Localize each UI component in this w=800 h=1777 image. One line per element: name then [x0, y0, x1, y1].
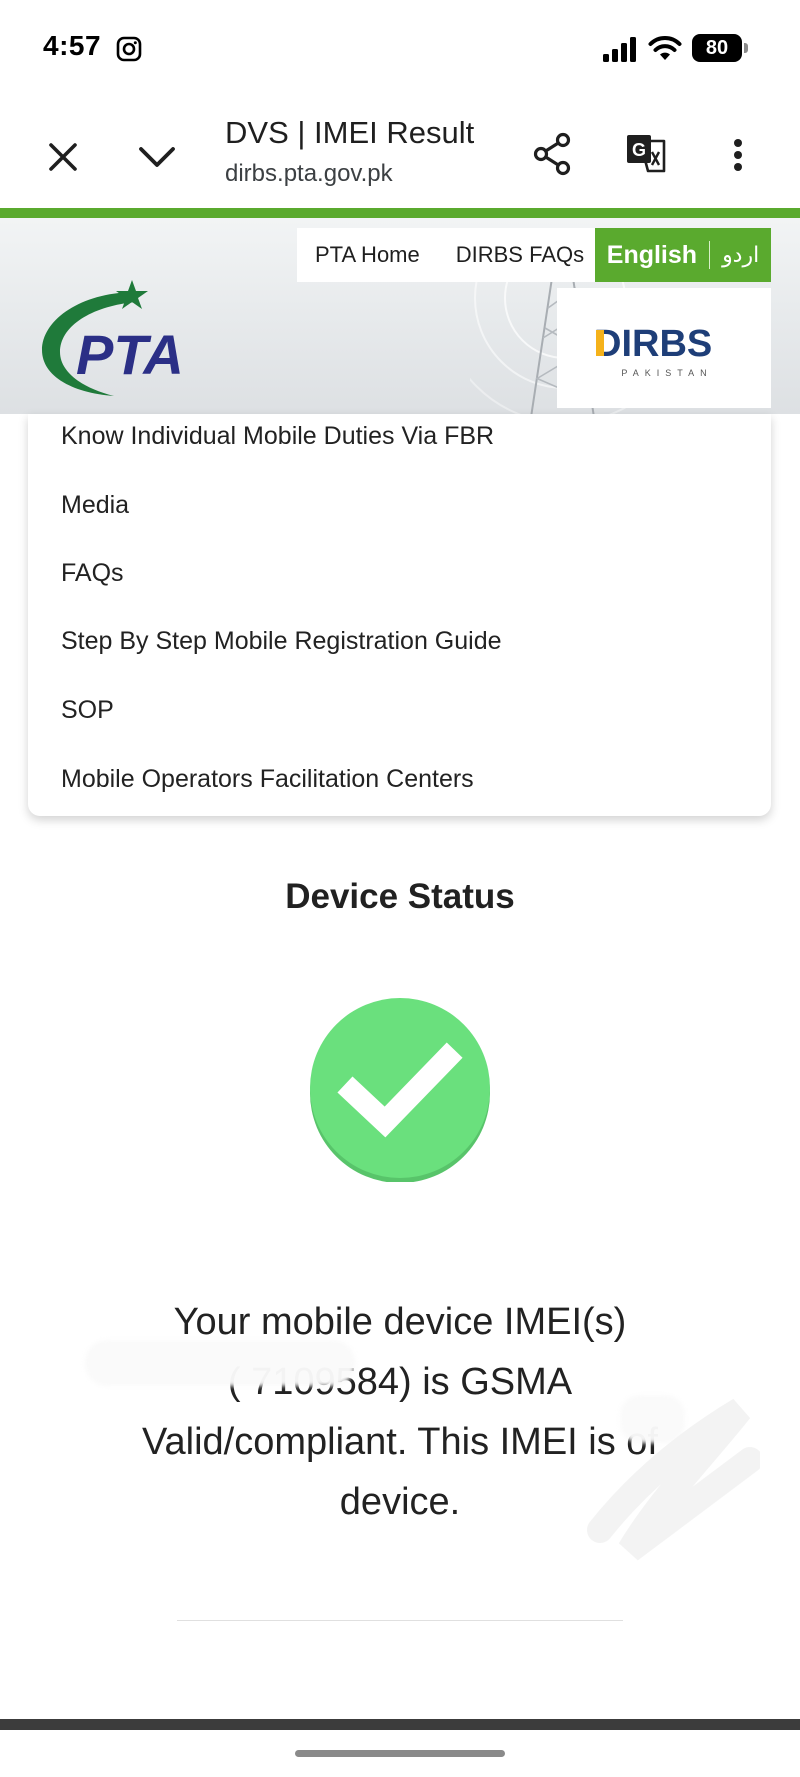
translate-icon: G — [627, 135, 666, 173]
chevron-down-icon — [139, 147, 175, 167]
signal-icon — [603, 37, 636, 62]
check-circle-icon — [310, 998, 490, 1182]
dirbs-logo-subtext: PAKISTAN — [621, 368, 712, 378]
status-bar: 4:57 80 — [0, 0, 800, 100]
page-url[interactable]: dirbs.pta.gov.pk — [225, 160, 393, 188]
home-indicator[interactable] — [295, 1750, 505, 1757]
browser-toolbar: DVS | IMEI Result dirbs.pta.gov.pk G — [0, 100, 800, 208]
language-switcher: English اردو — [595, 228, 771, 282]
more-vert-icon — [734, 139, 742, 171]
dirbs-logo: DIRBS PAKISTAN — [594, 323, 712, 378]
dirbs-logo-text: DIRBS — [594, 323, 712, 365]
dirbs-logo-box[interactable]: DIRBS PAKISTAN — [557, 288, 771, 408]
wifi-icon — [648, 36, 682, 60]
site-header: PTA Home DIRBS FAQs English اردو PTA DIR… — [0, 208, 800, 414]
instagram-icon — [116, 36, 142, 62]
svg-text:G: G — [632, 140, 646, 160]
more-options-button[interactable] — [720, 130, 756, 180]
menu-item-mobile-duties[interactable]: Know Individual Mobile Duties Via FBR — [61, 422, 494, 451]
dirbs-faqs-link[interactable]: DIRBS FAQs — [438, 242, 602, 268]
page-title: DVS | IMEI Result — [225, 115, 475, 150]
close-icon — [49, 143, 77, 171]
content-divider — [177, 1620, 623, 1621]
menu-item-registration-guide[interactable]: Step By Step Mobile Registration Guide — [61, 627, 502, 656]
pta-logo-text: PTA — [76, 323, 184, 386]
menu-item-media[interactable]: Media — [61, 491, 129, 520]
lang-english-link[interactable]: English — [607, 241, 709, 270]
lang-urdu-link[interactable]: اردو — [710, 242, 759, 268]
battery-nub — [744, 43, 748, 53]
top-links-bar: PTA Home DIRBS FAQs — [297, 228, 595, 282]
battery-level: 80 — [705, 37, 729, 59]
redaction-scribble — [587, 1398, 760, 1561]
menu-item-sop[interactable]: SOP — [61, 696, 114, 725]
pta-home-link[interactable]: PTA Home — [297, 242, 438, 268]
menu-item-facilitation-centers[interactable]: Mobile Operators Facilitation Centers — [61, 765, 474, 794]
status-time: 4:57 — [43, 30, 102, 61]
battery-icon: 80 — [692, 34, 748, 62]
share-button[interactable] — [528, 128, 576, 180]
share-icon — [533, 132, 571, 176]
translate-button[interactable]: G — [620, 128, 672, 178]
redaction-mark — [85, 1340, 355, 1386]
pta-logo[interactable]: PTA — [36, 278, 226, 398]
nav-dropdown-menu: Know Individual Mobile Duties Via FBR Me… — [28, 414, 771, 816]
close-button[interactable] — [40, 134, 86, 180]
menu-item-faqs[interactable]: FAQs — [61, 559, 124, 588]
device-status-heading: Device Status — [285, 877, 515, 916]
bottom-bar — [0, 1719, 800, 1730]
collapse-button[interactable] — [132, 134, 182, 180]
